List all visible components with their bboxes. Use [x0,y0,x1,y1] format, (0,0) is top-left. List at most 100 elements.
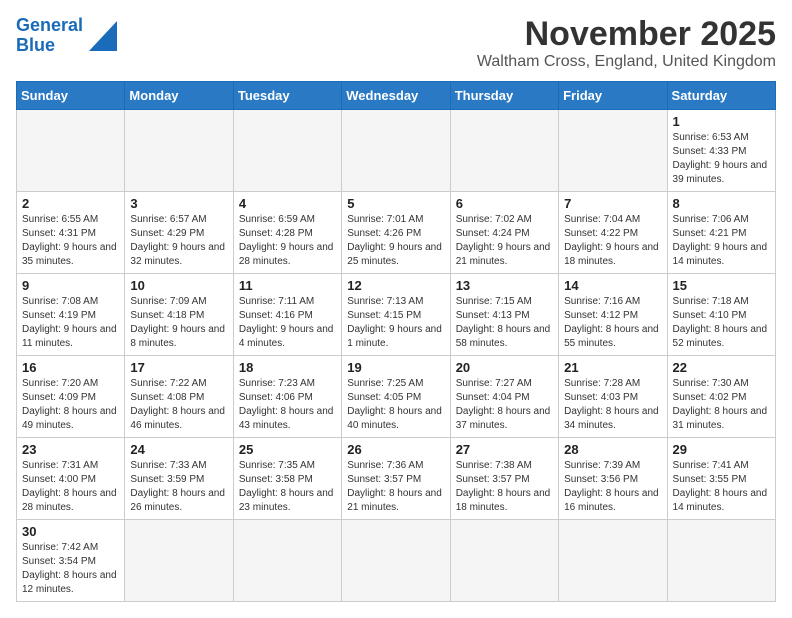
day-info: Sunrise: 7:27 AMSunset: 4:04 PMDaylight:… [456,377,553,433]
calendar-day-cell [233,110,341,192]
logo-text: GeneralBlue [16,16,83,56]
calendar-day-cell: 19Sunrise: 7:25 AMSunset: 4:05 PMDayligh… [342,356,450,438]
weekday-header-row: SundayMondayTuesdayWednesdayThursdayFrid… [17,82,776,110]
calendar-day-cell: 28Sunrise: 7:39 AMSunset: 3:56 PMDayligh… [559,438,667,520]
day-info: Sunrise: 7:15 AMSunset: 4:13 PMDaylight:… [456,295,553,351]
calendar-week-row: 16 Sunrise: 7:20 AMSunset: 4:09 PMDayligh… [17,356,776,438]
day-number: 17 [130,360,227,375]
day-info: Sunrise: 7:30 AMSunset: 4:02 PMDaylight:… [673,377,770,433]
day-number: 2 [22,196,119,211]
day-number: 6 [456,196,553,211]
day-number: 26 [347,442,444,457]
calendar-day-cell [125,520,233,602]
day-info: Sunrise: 7:33 AMSunset: 3:59 PMDaylight:… [130,459,227,515]
calendar-day-cell: 1 Sunrise: 6:53 AMSunset: 4:33 PMDaylight… [667,110,775,192]
day-info: Sunrise: 7:35 AMSunset: 3:58 PMDaylight:… [239,459,336,515]
day-number: 28 [564,442,661,457]
calendar-week-row: 30Sunrise: 7:42 AMSunset: 3:54 PMDayligh… [17,520,776,602]
day-number: 4 [239,196,336,211]
day-info: Sunrise: 7:11 AMSunset: 4:16 PMDaylight:… [239,295,336,351]
day-info: Sunrise: 7:36 AMSunset: 3:57 PMDaylight:… [347,459,444,515]
calendar-day-cell: 6 Sunrise: 7:02 AMSunset: 4:24 PMDaylight… [450,192,558,274]
calendar-day-cell: 8 Sunrise: 7:06 AMSunset: 4:21 PMDaylight… [667,192,775,274]
weekday-header-wednesday: Wednesday [342,82,450,110]
day-info: Sunrise: 7:31 AMSunset: 4:00 PMDaylight:… [22,459,119,515]
day-number: 21 [564,360,661,375]
day-number: 22 [673,360,770,375]
day-info: Sunrise: 7:04 AMSunset: 4:22 PMDaylight:… [564,213,661,269]
calendar-day-cell: 7 Sunrise: 7:04 AMSunset: 4:22 PMDaylight… [559,192,667,274]
day-info: Sunrise: 6:55 AMSunset: 4:31 PMDaylight:… [22,213,119,269]
calendar-day-cell: 25 Sunrise: 7:35 AMSunset: 3:58 PMDayligh… [233,438,341,520]
day-number: 12 [347,278,444,293]
calendar-day-cell [667,520,775,602]
calendar-day-cell: 9 Sunrise: 7:08 AMSunset: 4:19 PMDaylight… [17,274,125,356]
calendar-day-cell: 17Sunrise: 7:22 AMSunset: 4:08 PMDayligh… [125,356,233,438]
calendar-day-cell: 4 Sunrise: 6:59 AMSunset: 4:28 PMDaylight… [233,192,341,274]
calendar-day-cell [125,110,233,192]
day-info: Sunrise: 7:08 AMSunset: 4:19 PMDaylight:… [22,295,119,351]
weekday-header-saturday: Saturday [667,82,775,110]
calendar-week-row: 23Sunrise: 7:31 AMSunset: 4:00 PMDayligh… [17,438,776,520]
calendar-day-cell: 12 Sunrise: 7:13 AMSunset: 4:15 PMDayligh… [342,274,450,356]
day-info: Sunrise: 7:06 AMSunset: 4:21 PMDaylight:… [673,213,770,269]
calendar-week-row: 1 Sunrise: 6:53 AMSunset: 4:33 PMDaylight… [17,110,776,192]
day-number: 14 [564,278,661,293]
calendar-day-cell: 11 Sunrise: 7:11 AMSunset: 4:16 PMDayligh… [233,274,341,356]
calendar-day-cell: 2 Sunrise: 6:55 AMSunset: 4:31 PMDaylight… [17,192,125,274]
day-info: Sunrise: 7:25 AMSunset: 4:05 PMDaylight:… [347,377,444,433]
day-number: 16 [22,360,119,375]
calendar: SundayMondayTuesdayWednesdayThursdayFrid… [16,81,776,602]
calendar-day-cell [17,110,125,192]
month-title: November 2025 [477,16,776,53]
calendar-day-cell: 3Sunrise: 6:57 AMSunset: 4:29 PMDaylight… [125,192,233,274]
header: GeneralBlue November 2025 Waltham Cross,… [16,16,776,71]
day-number: 7 [564,196,661,211]
weekday-header-sunday: Sunday [17,82,125,110]
calendar-day-cell: 13 Sunrise: 7:15 AMSunset: 4:13 PMDayligh… [450,274,558,356]
calendar-day-cell: 26 Sunrise: 7:36 AMSunset: 3:57 PMDayligh… [342,438,450,520]
calendar-day-cell: 20Sunrise: 7:27 AMSunset: 4:04 PMDayligh… [450,356,558,438]
calendar-day-cell [342,520,450,602]
day-info: Sunrise: 7:38 AMSunset: 3:57 PMDaylight:… [456,459,553,515]
day-info: Sunrise: 6:59 AMSunset: 4:28 PMDaylight:… [239,213,336,269]
day-info: Sunrise: 7:20 AMSunset: 4:09 PMDaylight:… [22,377,119,433]
calendar-day-cell: 27 Sunrise: 7:38 AMSunset: 3:57 PMDayligh… [450,438,558,520]
day-info: Sunrise: 7:41 AMSunset: 3:55 PMDaylight:… [673,459,770,515]
weekday-header-monday: Monday [125,82,233,110]
logo-icon [89,21,117,51]
day-number: 11 [239,278,336,293]
day-info: Sunrise: 7:02 AMSunset: 4:24 PMDaylight:… [456,213,553,269]
day-number: 15 [673,278,770,293]
calendar-day-cell [233,520,341,602]
day-info: Sunrise: 7:18 AMSunset: 4:10 PMDaylight:… [673,295,770,351]
day-info: Sunrise: 7:09 AMSunset: 4:18 PMDaylight:… [130,295,227,351]
calendar-day-cell [559,520,667,602]
day-info: Sunrise: 7:01 AMSunset: 4:26 PMDaylight:… [347,213,444,269]
calendar-day-cell: 10Sunrise: 7:09 AMSunset: 4:18 PMDayligh… [125,274,233,356]
calendar-day-cell: 14Sunrise: 7:16 AMSunset: 4:12 PMDayligh… [559,274,667,356]
day-number: 25 [239,442,336,457]
calendar-day-cell: 15 Sunrise: 7:18 AMSunset: 4:10 PMDayligh… [667,274,775,356]
calendar-day-cell: 22 Sunrise: 7:30 AMSunset: 4:02 PMDayligh… [667,356,775,438]
day-number: 9 [22,278,119,293]
day-number: 29 [673,442,770,457]
calendar-day-cell [450,110,558,192]
calendar-day-cell: 23Sunrise: 7:31 AMSunset: 4:00 PMDayligh… [17,438,125,520]
calendar-day-cell: 21 Sunrise: 7:28 AMSunset: 4:03 PMDayligh… [559,356,667,438]
day-number: 27 [456,442,553,457]
day-number: 5 [347,196,444,211]
calendar-day-cell [342,110,450,192]
day-number: 8 [673,196,770,211]
day-info: Sunrise: 7:42 AMSunset: 3:54 PMDaylight:… [22,541,119,597]
day-info: Sunrise: 7:23 AMSunset: 4:06 PMDaylight:… [239,377,336,433]
day-number: 13 [456,278,553,293]
calendar-day-cell: 24 Sunrise: 7:33 AMSunset: 3:59 PMDayligh… [125,438,233,520]
day-info: Sunrise: 7:13 AMSunset: 4:15 PMDaylight:… [347,295,444,351]
location-title: Waltham Cross, England, United Kingdom [477,53,776,71]
day-info: Sunrise: 7:28 AMSunset: 4:03 PMDaylight:… [564,377,661,433]
calendar-day-cell: 18Sunrise: 7:23 AMSunset: 4:06 PMDayligh… [233,356,341,438]
day-number: 24 [130,442,227,457]
day-number: 1 [673,114,770,129]
day-info: Sunrise: 6:53 AMSunset: 4:33 PMDaylight:… [673,131,770,187]
